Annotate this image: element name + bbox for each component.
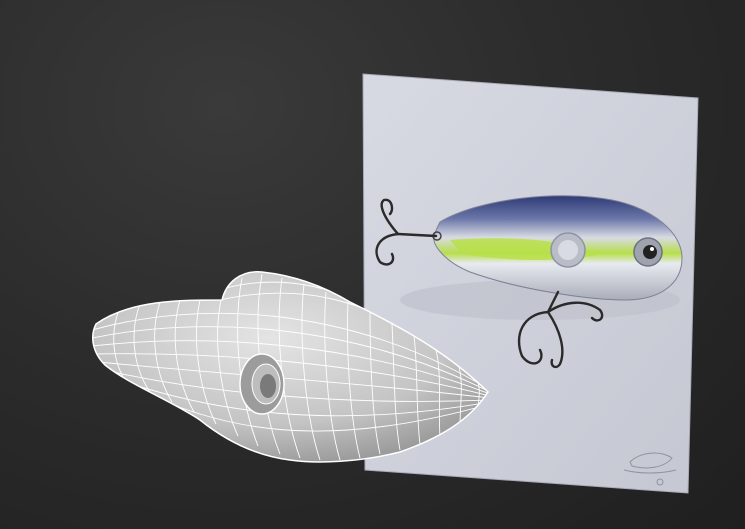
viewport-scene[interactable] bbox=[0, 0, 745, 529]
gill-socket bbox=[239, 353, 285, 415]
3d-viewport[interactable] bbox=[0, 0, 745, 529]
